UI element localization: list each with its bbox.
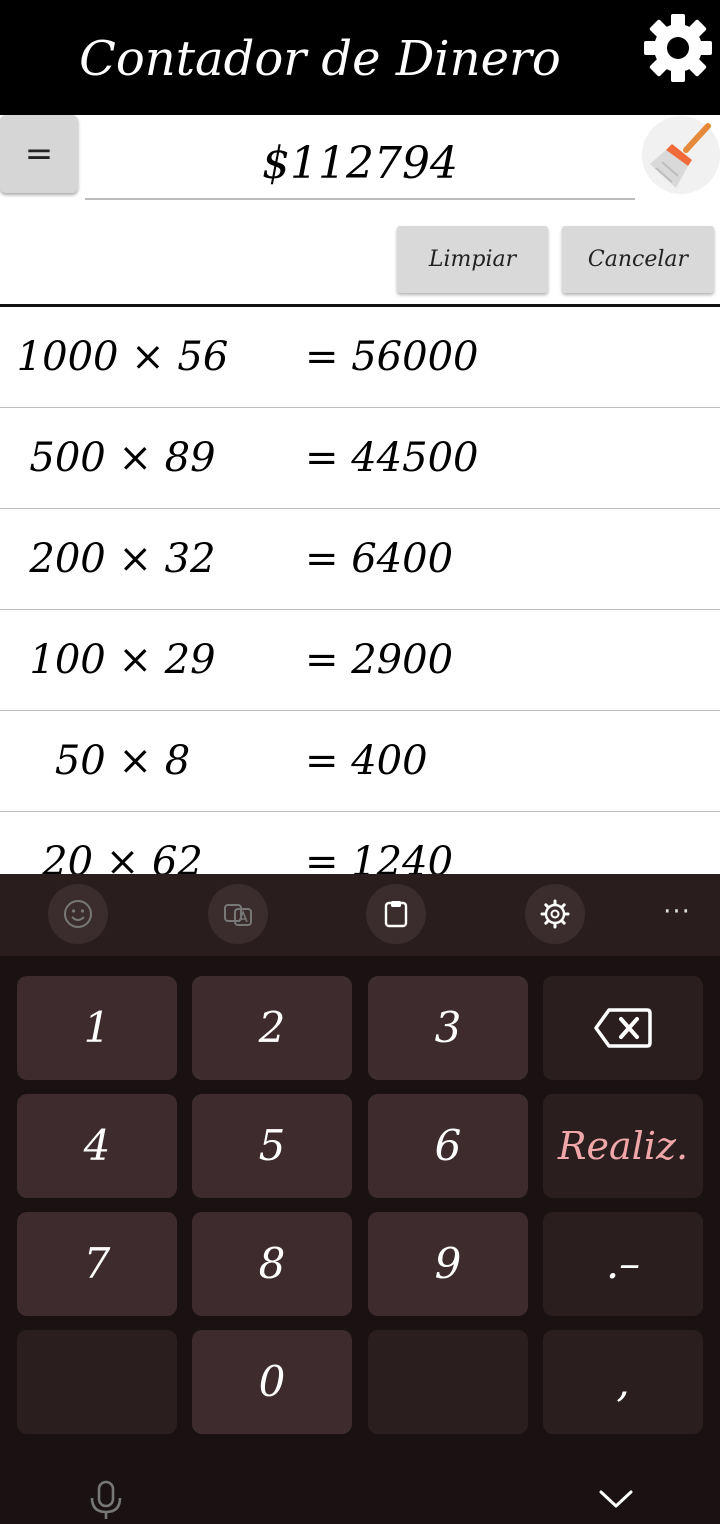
blank-key-right	[368, 1330, 528, 1434]
key-7[interactable]: 7	[17, 1212, 177, 1316]
key-0[interactable]: 0	[192, 1330, 352, 1434]
key-9[interactable]: 9	[368, 1212, 528, 1316]
blank-key-left	[17, 1330, 177, 1434]
row-result: = 1240	[305, 839, 454, 874]
translate-icon	[224, 904, 252, 926]
comma-key[interactable]: ,	[543, 1330, 703, 1434]
key-1[interactable]: 1	[17, 976, 177, 1080]
broom-button[interactable]	[642, 116, 720, 194]
row-expression: 50 × 8	[54, 738, 191, 784]
translate-button[interactable]	[208, 884, 268, 944]
emoji-button[interactable]	[48, 884, 108, 944]
chevron-down-icon	[599, 1490, 633, 1508]
dot-dash-key[interactable]: .–	[543, 1212, 703, 1316]
row-result: = 2900	[305, 637, 454, 683]
list-item[interactable]: 1000 × 56 = 56000	[0, 307, 720, 408]
key-3[interactable]: 3	[368, 976, 528, 1080]
app-header: Contador de Dinero	[0, 0, 720, 115]
keyboard-settings-button[interactable]	[525, 884, 585, 944]
settings-button[interactable]	[640, 10, 716, 86]
numeric-keyboard: ··· 1 2 3 4 5 6 Realiz. 7 8 9 .– 0 ,	[0, 874, 720, 1524]
backspace-key[interactable]	[543, 976, 703, 1080]
row-expression: 100 × 29	[29, 637, 216, 683]
key-5[interactable]: 5	[192, 1094, 352, 1198]
clear-button[interactable]: Limpiar	[397, 226, 548, 293]
row-expression: 200 × 32	[29, 536, 216, 582]
emoji-icon	[64, 900, 92, 928]
gear-icon	[644, 14, 712, 82]
keyboard-settings-icon	[540, 899, 570, 929]
key-4[interactable]: 4	[17, 1094, 177, 1198]
row-result: = 400	[305, 738, 428, 784]
cancel-button[interactable]: Cancelar	[562, 226, 714, 293]
list-item[interactable]: 20 × 62 = 1240	[0, 812, 720, 874]
key-6[interactable]: 6	[368, 1094, 528, 1198]
key-2[interactable]: 2	[192, 976, 352, 1080]
voice-input-button[interactable]	[86, 1478, 126, 1522]
list-item[interactable]: 500 × 89 = 44500	[0, 408, 720, 509]
done-key[interactable]: Realiz.	[543, 1094, 703, 1198]
row-result: = 6400	[305, 536, 454, 582]
equals-button[interactable]: =	[0, 115, 78, 193]
clipboard-icon	[384, 901, 408, 928]
row-result: = 56000	[305, 334, 479, 380]
row-expression: 20 × 62	[42, 839, 203, 874]
more-options-button[interactable]: ···	[652, 892, 702, 936]
keyboard-toolbar: ···	[0, 874, 720, 956]
row-expression: 1000 × 56	[16, 334, 229, 380]
page-title: Contador de Dinero	[79, 31, 561, 87]
row-result: = 44500	[305, 435, 479, 481]
list-item[interactable]: 200 × 32 = 6400	[0, 509, 720, 610]
mic-icon	[90, 1480, 122, 1519]
key-8[interactable]: 8	[192, 1212, 352, 1316]
total-field[interactable]: $112794	[85, 120, 635, 200]
list-item[interactable]: 50 × 8 = 400	[0, 711, 720, 812]
denomination-list[interactable]: 1000 × 56 = 56000 500 × 89 = 44500 200 ×…	[0, 307, 720, 874]
row-expression: 500 × 89	[29, 435, 216, 481]
backspace-icon	[594, 1008, 652, 1048]
hide-keyboard-button[interactable]	[596, 1484, 636, 1514]
broom-icon	[650, 123, 711, 188]
list-item[interactable]: 100 × 29 = 2900	[0, 610, 720, 711]
clipboard-button[interactable]	[366, 884, 426, 944]
